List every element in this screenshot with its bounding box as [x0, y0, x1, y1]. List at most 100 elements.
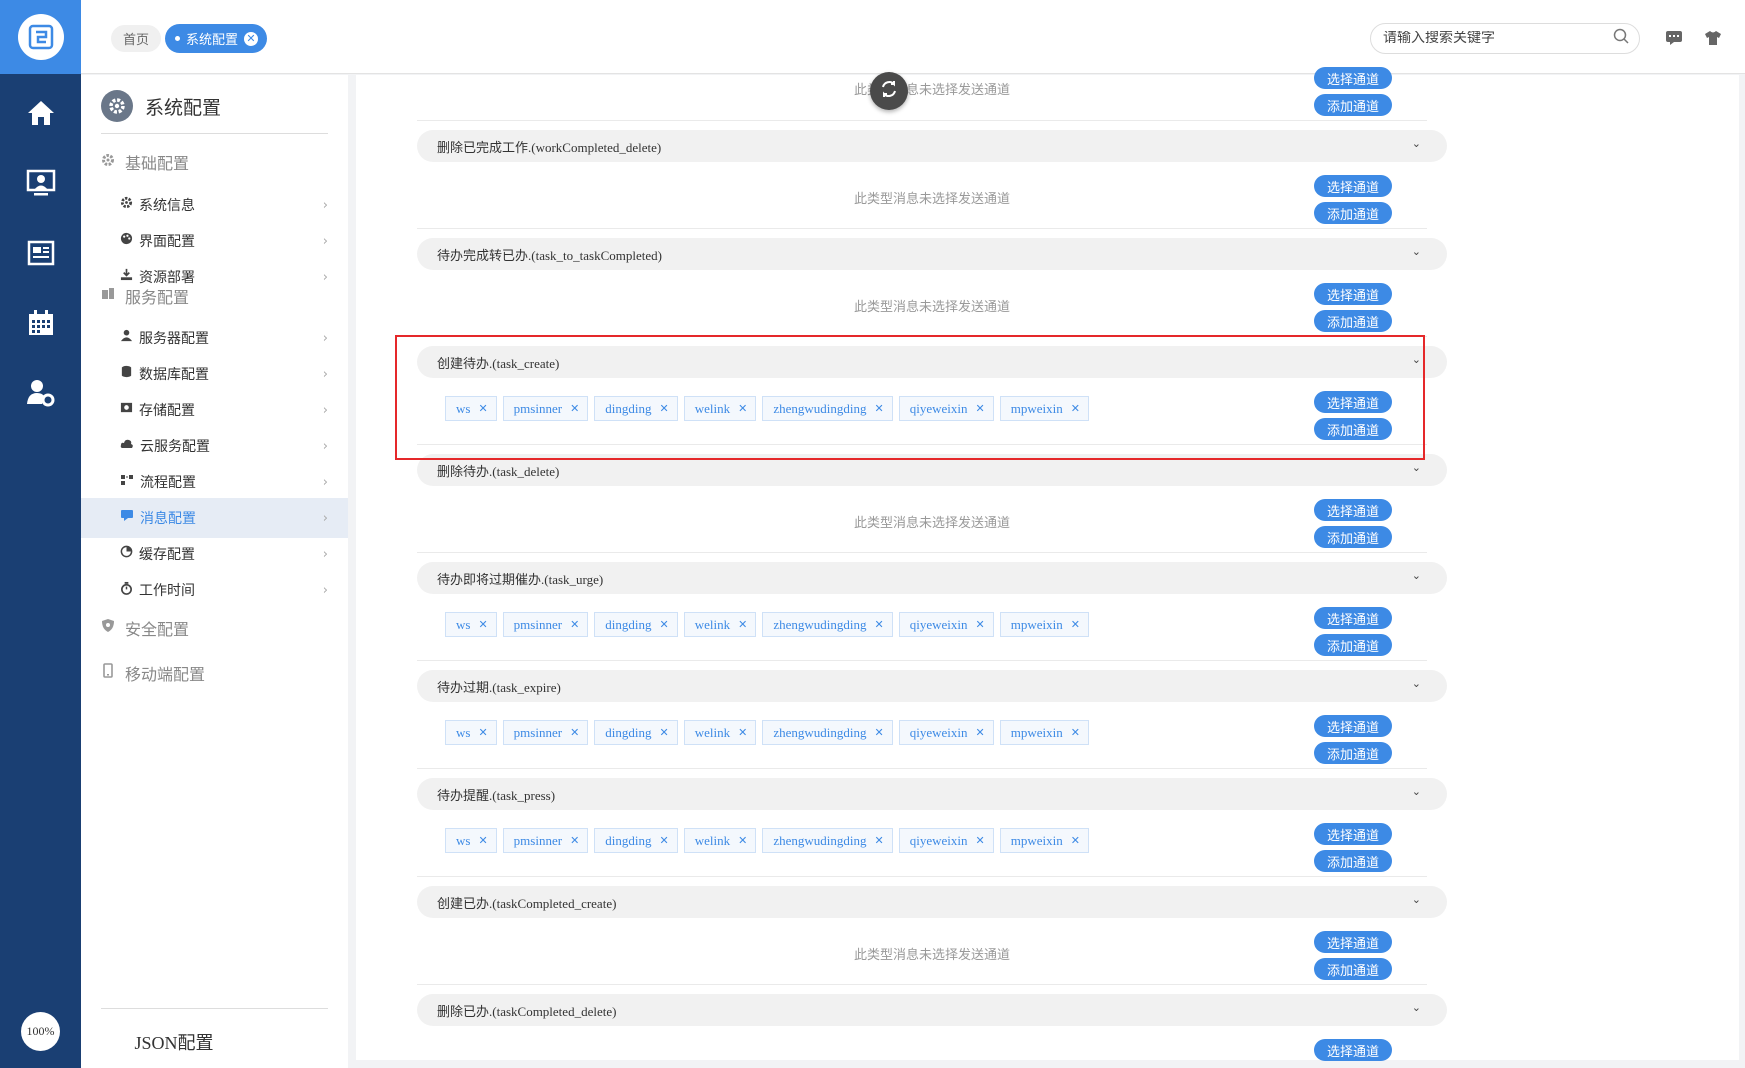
chevron-right-icon: ›	[322, 439, 328, 454]
tab-home[interactable]: 首页	[111, 25, 162, 52]
rail-news[interactable]	[0, 220, 81, 290]
add-channel-button[interactable]: 添加通道	[1314, 202, 1392, 224]
select-channel-button[interactable]: 选择通道	[1314, 823, 1392, 845]
select-channel-button[interactable]: 选择通道	[1314, 391, 1392, 413]
add-channel-button[interactable]: 添加通道	[1314, 418, 1392, 440]
select-channel-button[interactable]: 选择通道	[1314, 931, 1392, 953]
close-icon[interactable]: ✕	[660, 618, 669, 631]
close-icon[interactable]: ✕	[975, 834, 984, 847]
flow-icon	[120, 473, 134, 491]
select-channel-button[interactable]: 选择通道	[1314, 499, 1392, 521]
close-icon[interactable]: ✕	[975, 402, 984, 415]
close-icon[interactable]: ✕	[1071, 402, 1080, 415]
close-icon[interactable]: ✕	[570, 834, 579, 847]
category-header[interactable]: 删除待办.(task_delete) ⌄	[417, 454, 1447, 486]
category-header[interactable]: 删除已办.(taskCompleted_delete) ⌄	[417, 994, 1447, 1026]
chevron-right-icon: ›	[322, 403, 328, 418]
close-icon[interactable]: ✕	[1071, 726, 1080, 739]
rail-home[interactable]	[0, 80, 81, 150]
add-channel-button[interactable]: 添加通道	[1314, 850, 1392, 872]
category-header[interactable]: 待办提醒.(task_press) ⌄	[417, 778, 1447, 810]
close-icon[interactable]: ✕	[738, 402, 747, 415]
add-channel-button[interactable]: 添加通道	[1314, 94, 1392, 116]
category-header[interactable]: 创建已办.(taskCompleted_create) ⌄	[417, 886, 1447, 918]
group-basic[interactable]: 基础配置	[101, 149, 189, 175]
add-channel-button[interactable]: 添加通道	[1314, 742, 1392, 764]
search-icon[interactable]	[1613, 28, 1629, 49]
close-icon[interactable]: ✕	[660, 726, 669, 739]
rail-monitor-user[interactable]	[0, 150, 81, 220]
refresh-button[interactable]	[870, 72, 908, 110]
sidebar-item-system-info[interactable]: 系统信息 ›	[81, 185, 348, 225]
group-security[interactable]: 安全配置	[101, 615, 189, 641]
close-icon[interactable]: ✕	[1071, 618, 1080, 631]
scrollbar[interactable]	[1739, 75, 1745, 1060]
sidebar-item-label: 存储配置	[139, 404, 195, 419]
group-mobile[interactable]: 移动端配置	[101, 660, 205, 686]
group-service[interactable]: 服务配置	[101, 283, 189, 309]
close-icon[interactable]: ✕	[570, 402, 579, 415]
message-icon[interactable]	[1664, 28, 1684, 48]
category-header[interactable]: 创建待办.(task_create) ⌄	[417, 346, 1447, 378]
sidebar-item-message[interactable]: 消息配置 ›	[81, 498, 348, 538]
sidebar-item-cloud[interactable]: 云服务配置 ›	[81, 426, 348, 466]
rail-calendar[interactable]	[0, 290, 81, 360]
add-channel-button[interactable]: 添加通道	[1314, 310, 1392, 332]
app-logo[interactable]	[0, 0, 81, 74]
chevron-down-icon: ⌄	[1411, 461, 1421, 474]
sidebar-item-work-time[interactable]: 工作时间 ›	[81, 570, 348, 610]
search-input[interactable]	[1383, 30, 1613, 47]
close-icon[interactable]: ✕	[875, 618, 884, 631]
select-channel-button[interactable]: 选择通道	[1314, 715, 1392, 737]
shirt-icon[interactable]	[1703, 28, 1723, 48]
close-icon[interactable]: ✕	[875, 726, 884, 739]
select-channel-button[interactable]: 选择通道	[1314, 175, 1392, 197]
select-channel-button[interactable]: 选择通道	[1314, 283, 1392, 305]
close-icon[interactable]: ✕	[570, 618, 579, 631]
select-channel-button[interactable]: 选择通道	[1314, 67, 1392, 89]
channel-tag-label: dingding	[605, 724, 652, 740]
select-channel-button[interactable]: 选择通道	[1314, 1039, 1392, 1061]
category-header[interactable]: 待办完成转已办.(task_to_taskCompleted) ⌄	[417, 238, 1447, 270]
sidebar-item-flow[interactable]: 流程配置 ›	[81, 462, 348, 502]
close-icon[interactable]: ✕	[975, 618, 984, 631]
close-icon[interactable]: ✕	[478, 834, 487, 847]
close-icon[interactable]: ✕	[875, 834, 884, 847]
add-channel-button[interactable]: 添加通道	[1314, 958, 1392, 980]
close-icon[interactable]: ✕	[875, 402, 884, 415]
close-icon[interactable]: ✕	[738, 834, 747, 847]
close-tab-icon[interactable]: ✕	[244, 31, 259, 46]
tab-system-config-label: 系统配置	[186, 32, 239, 47]
close-icon[interactable]: ✕	[478, 402, 487, 415]
close-icon[interactable]: ✕	[1071, 834, 1080, 847]
tab-system-config[interactable]: 系统配置 ✕	[165, 24, 268, 53]
chevron-right-icon: ›	[322, 547, 328, 562]
rail-user-settings[interactable]	[0, 360, 81, 430]
add-channel-button[interactable]: 添加通道	[1314, 634, 1392, 656]
select-channel-button[interactable]: 选择通道	[1314, 607, 1392, 629]
chevron-down-icon: ⌄	[1411, 677, 1421, 690]
close-icon[interactable]: ✕	[975, 726, 984, 739]
sidebar-item-server[interactable]: 服务器配置 ›	[81, 318, 348, 358]
close-icon[interactable]: ✕	[570, 726, 579, 739]
sidebar-item-cache[interactable]: 缓存配置 ›	[81, 534, 348, 574]
channel-tag-label: dingding	[605, 832, 652, 848]
close-icon[interactable]: ✕	[478, 618, 487, 631]
sidebar-item-ui-config[interactable]: 界面配置 ›	[81, 221, 348, 261]
sidebar-item-storage[interactable]: 存储配置 ›	[81, 390, 348, 430]
close-icon[interactable]: ✕	[660, 402, 669, 415]
sidebar-item-database[interactable]: 数据库配置 ›	[81, 354, 348, 394]
close-icon[interactable]: ✕	[478, 726, 487, 739]
cloud-icon	[120, 437, 134, 455]
close-icon[interactable]: ✕	[738, 726, 747, 739]
add-channel-button[interactable]: 添加通道	[1314, 526, 1392, 548]
sidebar-item-label: 消息配置	[140, 512, 196, 527]
close-icon[interactable]: ✕	[660, 834, 669, 847]
category-header[interactable]: 待办即将过期催办.(task_urge) ⌄	[417, 562, 1447, 594]
close-icon[interactable]: ✕	[738, 618, 747, 631]
category-header[interactable]: 删除已完成工作.(workCompleted_delete) ⌄	[417, 130, 1447, 162]
gear-icon	[120, 196, 133, 214]
json-config-button[interactable]: JSON配置	[0, 1029, 348, 1055]
category-title: 待办过期.(task_expire)	[437, 679, 561, 695]
category-header[interactable]: 待办过期.(task_expire) ⌄	[417, 670, 1447, 702]
